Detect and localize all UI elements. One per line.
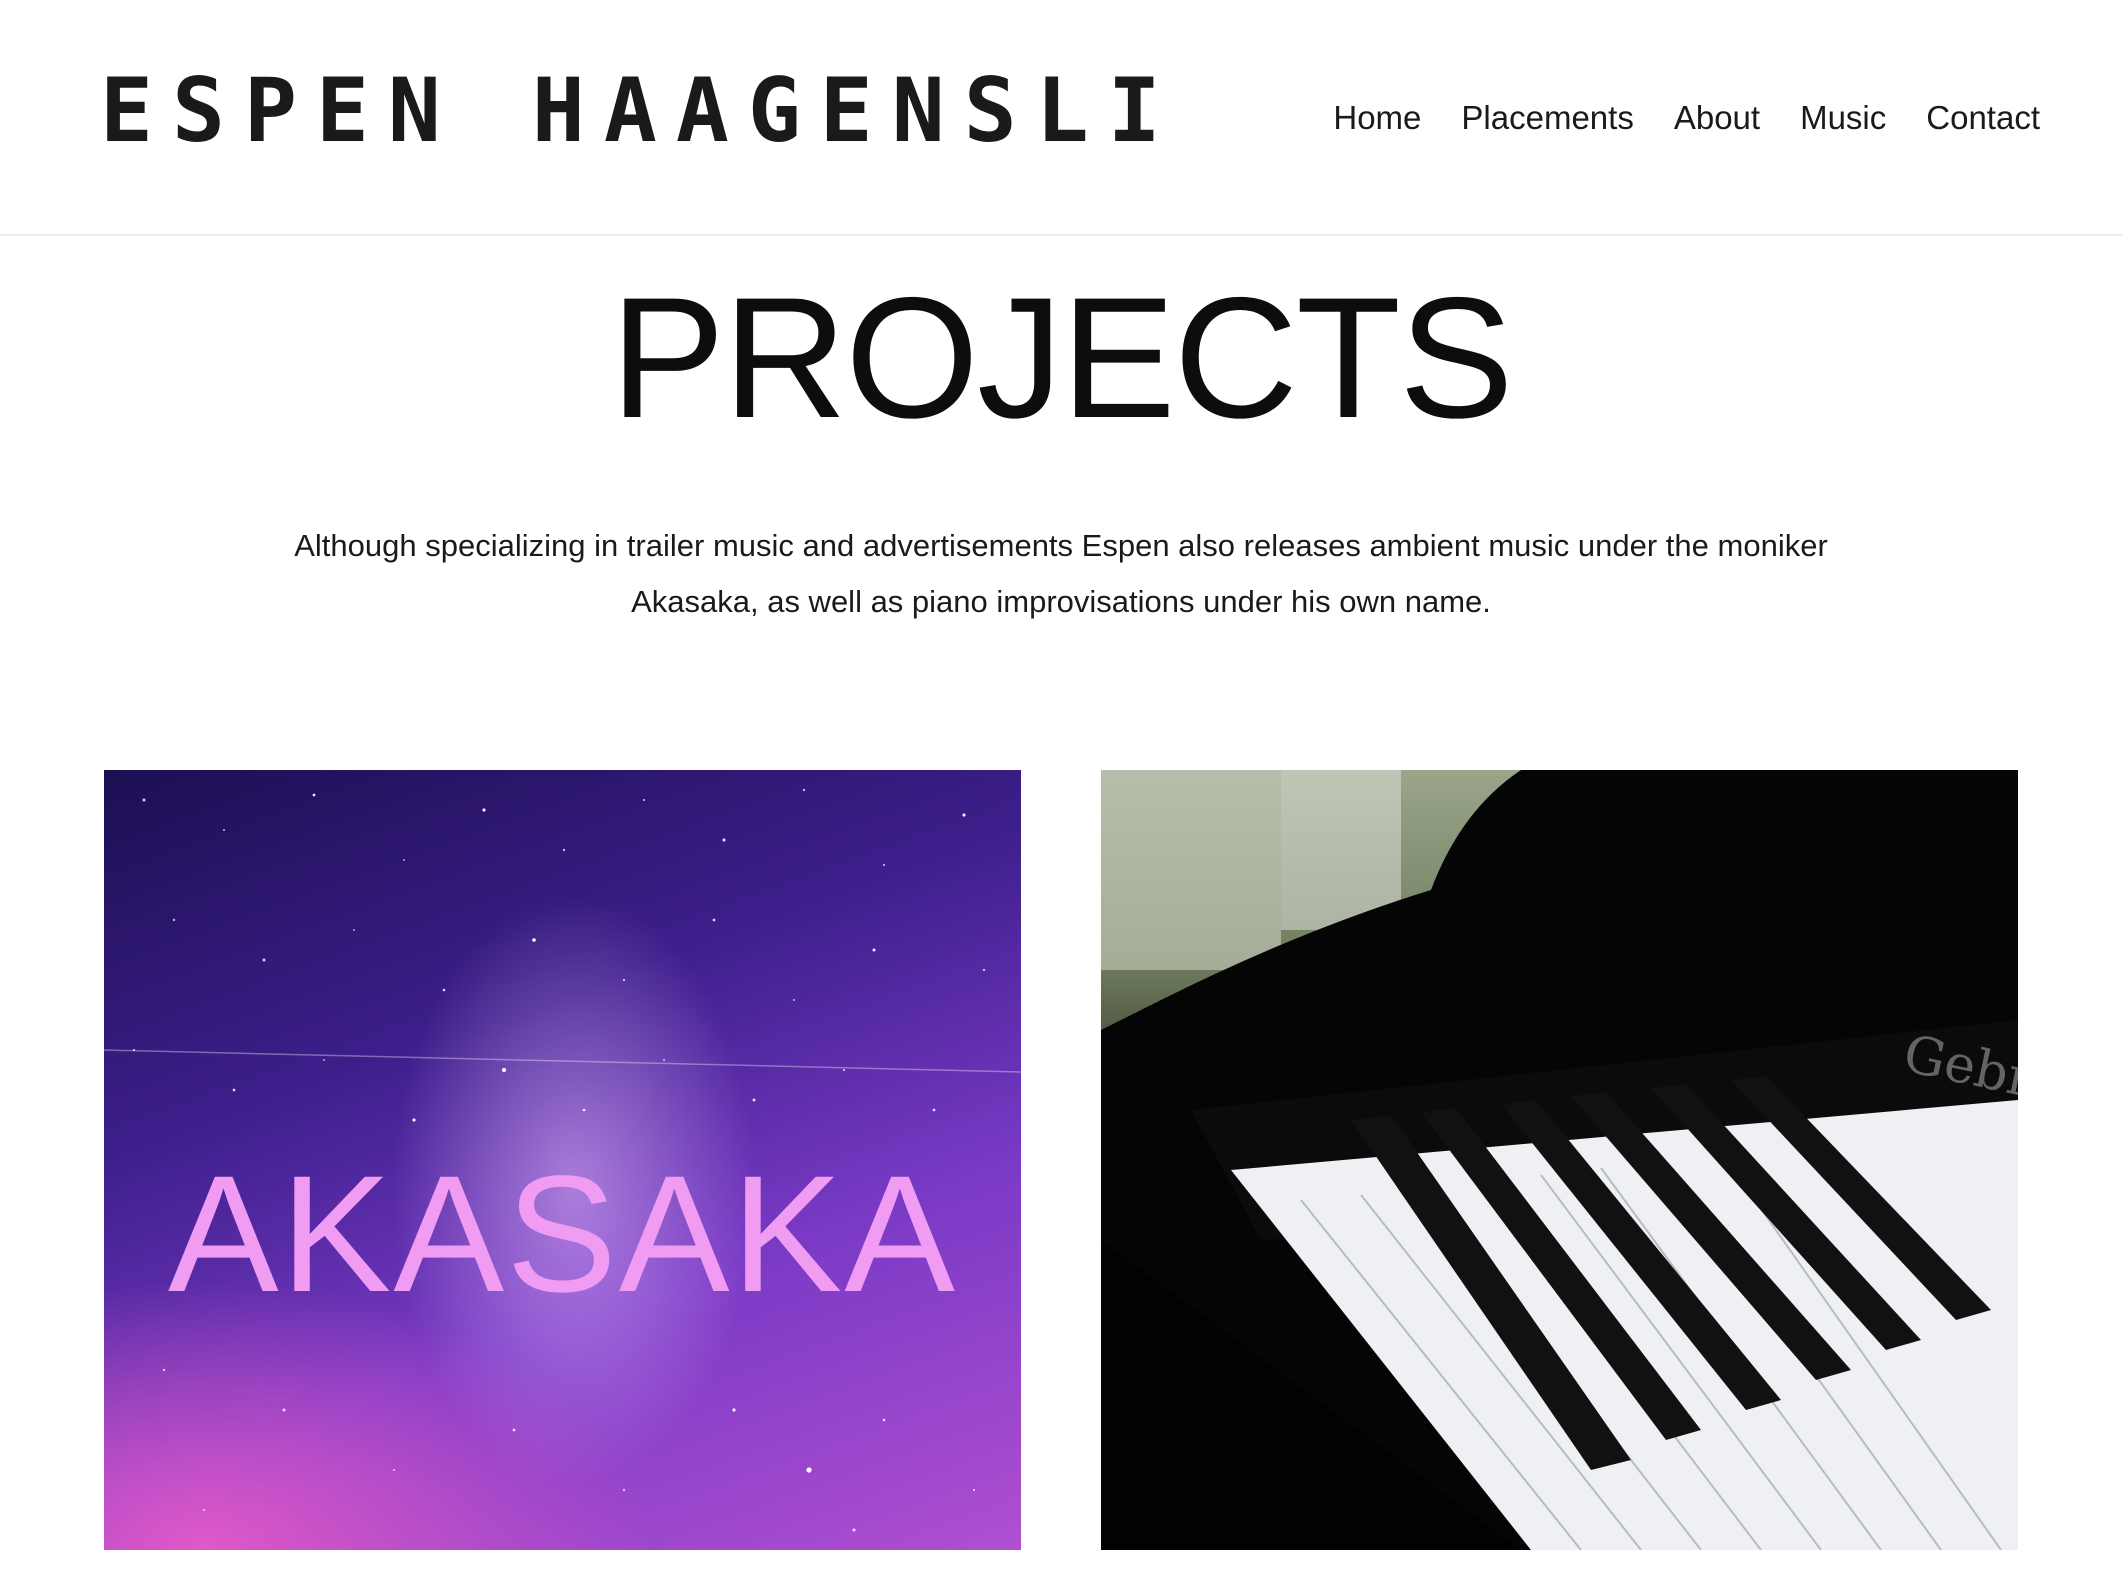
piano-image: Gebr. Ne xyxy=(1101,770,2018,1550)
page-title: PROJECTS xyxy=(610,262,1513,454)
nav-music-link[interactable]: Music xyxy=(1800,96,1886,140)
intro-line-1: Although specializing in trailer music a… xyxy=(294,528,1828,563)
nav-about-link[interactable]: About xyxy=(1674,96,1760,140)
nav-contact-link[interactable]: Contact xyxy=(1926,96,2040,140)
akasaka-overlay-text: AKASAKA xyxy=(167,1142,958,1327)
project-card-piano[interactable]: Gebr. Ne xyxy=(1101,770,2018,1550)
project-card-akasaka[interactable]: AKASAKA xyxy=(104,770,1021,1550)
main-nav: Home Placements About Music Contact xyxy=(1333,96,2040,140)
nav-home-link[interactable]: Home xyxy=(1333,96,1421,140)
intro-text: Although specializing in trailer music a… xyxy=(240,518,1882,630)
nav-placements-link[interactable]: Placements xyxy=(1461,96,1633,140)
intro-line-2: Akasaka, as well as piano improvisations… xyxy=(631,584,1491,619)
site-logo[interactable]: ESPEN HAAGENSLI xyxy=(100,67,1161,155)
site-header: ESPEN HAAGENSLI Home Placements About Mu… xyxy=(0,0,2122,236)
